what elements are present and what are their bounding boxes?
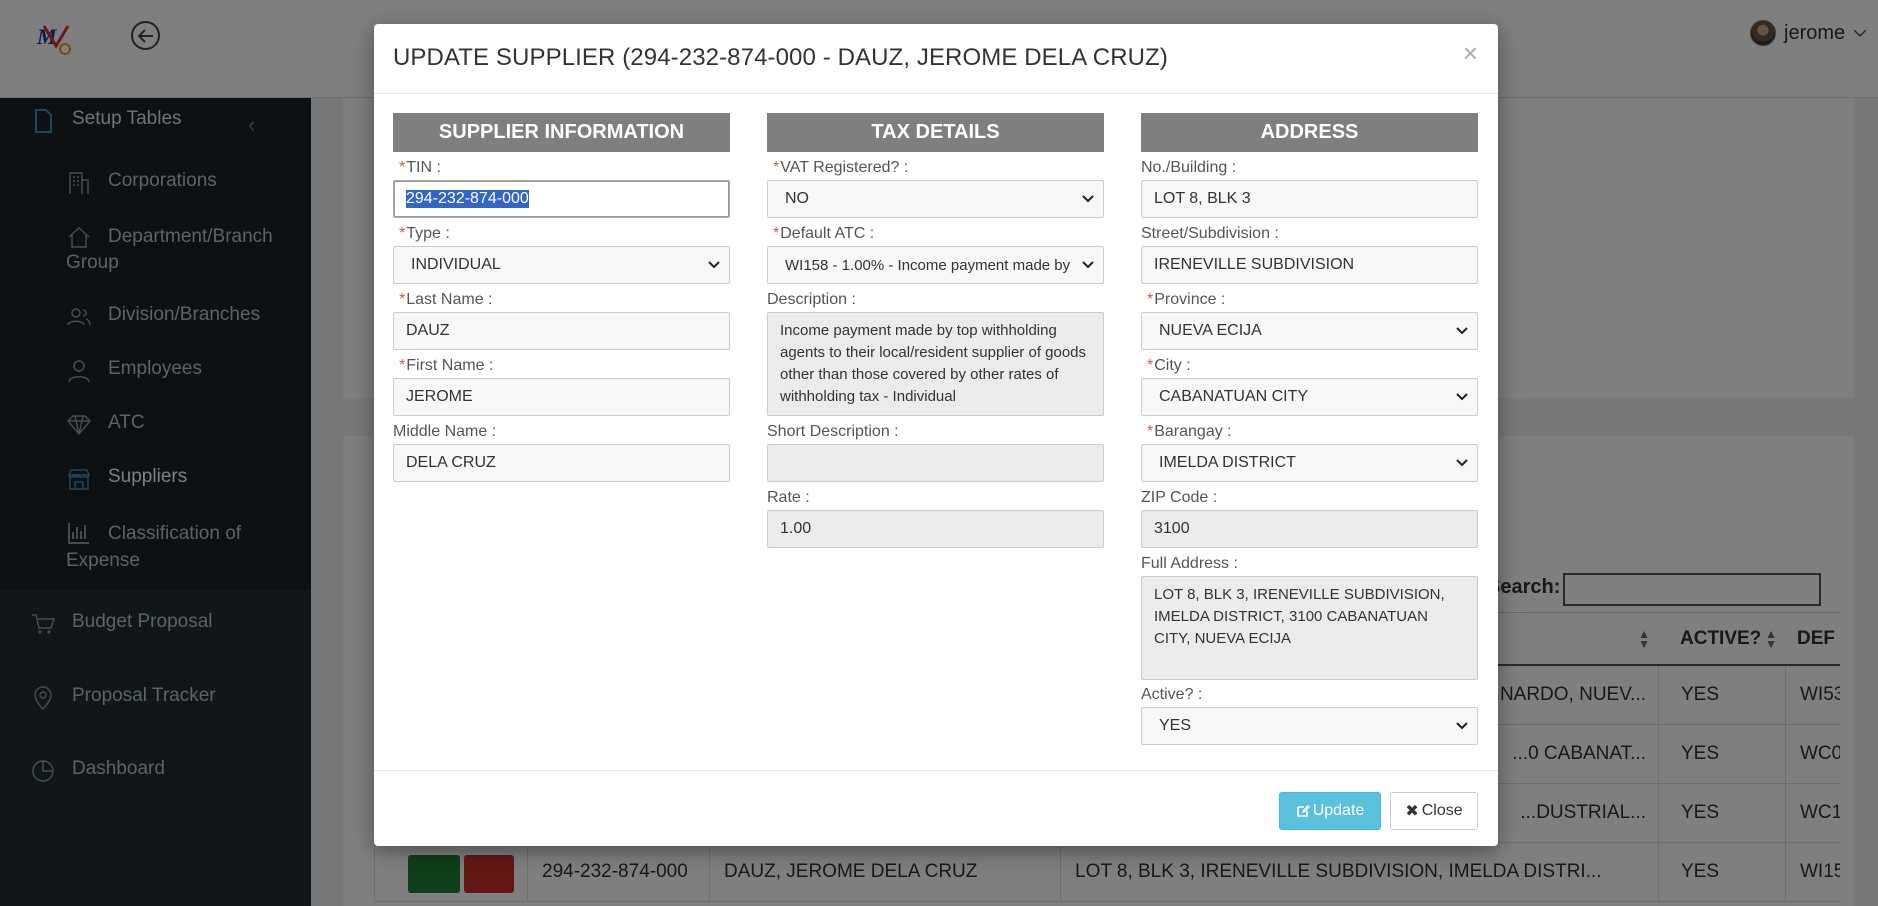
full-address-textarea[interactable]: LOT 8, BLK 3, IRENEVILLE SUBDIVISION, IM…	[1141, 576, 1478, 680]
tin-label: *TIN :	[399, 159, 441, 176]
tin-input[interactable]: 294-232-874-000	[393, 180, 730, 218]
chevron-down-icon	[708, 261, 720, 269]
section-heading: ADDRESS	[1141, 113, 1478, 152]
last-name-input[interactable]: DAUZ	[393, 312, 730, 350]
full-address-label: Full Address :	[1141, 555, 1238, 572]
modal-footer: Update ✖ Close	[374, 770, 1498, 846]
rate-label: Rate :	[767, 489, 810, 506]
middle-name-input[interactable]: DELA CRUZ	[393, 444, 730, 482]
province-select[interactable]: NUEVA ECIJA	[1141, 312, 1478, 350]
update-supplier-modal: UPDATE SUPPLIER (294-232-874-000 - DAUZ,…	[374, 24, 1498, 846]
description-label: Description :	[767, 291, 856, 308]
update-button[interactable]: Update	[1279, 792, 1381, 830]
vat-registered-label: *VAT Registered? :	[773, 159, 909, 176]
province-label: *Province :	[1147, 291, 1226, 308]
barangay-label: *Barangay :	[1147, 423, 1232, 440]
building-input[interactable]: LOT 8, BLK 3	[1141, 180, 1478, 218]
street-input[interactable]: IRENEVILLE SUBDIVISION	[1141, 246, 1478, 284]
chevron-down-icon	[1456, 459, 1468, 467]
chevron-down-icon	[1082, 195, 1094, 203]
description-textarea[interactable]: Income payment made by top withholding a…	[767, 312, 1104, 416]
close-x-icon: ✖	[1405, 803, 1419, 820]
edit-icon	[1296, 805, 1310, 817]
close-icon[interactable]: ×	[1463, 38, 1478, 69]
type-select[interactable]: INDIVIDUAL	[393, 246, 730, 284]
last-name-label: *Last Name :	[399, 291, 493, 308]
city-label: *City :	[1147, 357, 1191, 374]
section-heading: TAX DETAILS	[767, 113, 1104, 152]
address-section: ADDRESS No./Building : LOT 8, BLK 3 Stre…	[1141, 113, 1478, 745]
first-name-label: *First Name :	[399, 357, 494, 374]
building-label: No./Building :	[1141, 159, 1237, 176]
modal-title: UPDATE SUPPLIER (294-232-874-000 - DAUZ,…	[393, 44, 1168, 71]
type-label: *Type :	[399, 225, 450, 242]
section-heading: SUPPLIER INFORMATION	[393, 113, 730, 152]
chevron-down-icon	[1456, 327, 1468, 335]
chevron-down-icon	[1081, 257, 1095, 271]
tax-details-section: TAX DETAILS *VAT Registered? : NO *Defau…	[767, 113, 1104, 548]
zip-code-label: ZIP Code :	[1141, 489, 1218, 506]
chevron-down-icon	[1456, 393, 1468, 401]
active-select[interactable]: YES	[1141, 707, 1478, 745]
rate-input[interactable]: 1.00	[767, 510, 1104, 548]
active-label: Active? :	[1141, 686, 1203, 703]
default-atc-label: *Default ATC :	[773, 225, 875, 242]
default-atc-select[interactable]: WI158 - 1.00% - Income payment made by	[767, 246, 1104, 284]
street-label: Street/Subdivision :	[1141, 225, 1279, 242]
first-name-input[interactable]: JEROME	[393, 378, 730, 416]
short-description-input[interactable]	[767, 444, 1104, 482]
close-button[interactable]: ✖ Close	[1390, 792, 1478, 830]
chevron-down-icon	[1456, 722, 1468, 730]
zip-code-input[interactable]: 3100	[1141, 510, 1478, 548]
short-description-label: Short Description :	[767, 423, 899, 440]
vat-registered-select[interactable]: NO	[767, 180, 1104, 218]
modal-header: UPDATE SUPPLIER (294-232-874-000 - DAUZ,…	[374, 24, 1498, 94]
city-select[interactable]: CABANATUAN CITY	[1141, 378, 1478, 416]
barangay-select[interactable]: IMELDA DISTRICT	[1141, 444, 1478, 482]
middle-name-label: Middle Name :	[393, 423, 497, 440]
supplier-information-section: SUPPLIER INFORMATION *TIN : 294-232-874-…	[393, 113, 730, 482]
